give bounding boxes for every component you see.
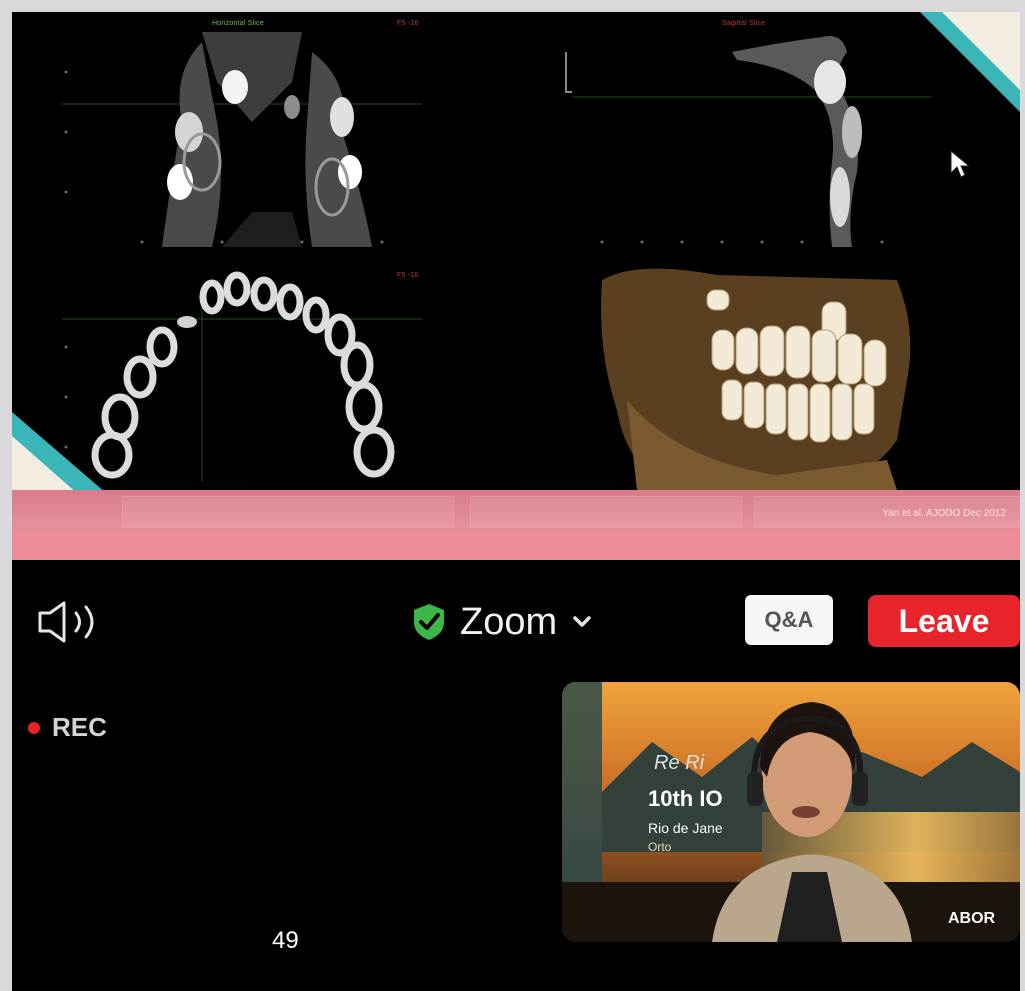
cbct-sagittal-view: Sagittal Slice <box>562 12 942 252</box>
footer-band <box>12 530 1020 560</box>
speaker-video-tile[interactable]: Re Ri 10th IO Rio de Jane Orto ABOR <box>562 682 1020 942</box>
footer-block <box>122 496 454 528</box>
shared-slide: Horizontal Slice F5 -16 Sagittal Slice F… <box>12 12 1020 560</box>
shield-check-icon <box>414 604 444 640</box>
page-number: 49 <box>272 927 299 954</box>
slide-corner-accent-top-right <box>920 12 1020 112</box>
meeting-title[interactable]: Zoom <box>412 597 593 647</box>
record-dot-icon <box>28 721 40 734</box>
cbct-coronal-view: Horizontal Slice F5 -16 <box>52 12 432 252</box>
speaker-icon[interactable] <box>36 597 106 647</box>
cbct-3d-reconstruction <box>597 260 927 490</box>
zoom-window: Horizontal Slice F5 -16 Sagittal Slice F… <box>12 12 1020 991</box>
banner-location-text: Rio de Jane <box>648 820 723 836</box>
banner-edition-text: 10th IO <box>648 786 723 811</box>
cursor-icon <box>950 149 971 178</box>
meeting-title-text: Zoom <box>460 600 558 643</box>
sagittal-view-label: Sagittal Slice <box>722 20 766 27</box>
banner-sub-text: Orto <box>648 840 672 854</box>
recording-indicator: REC <box>28 712 107 743</box>
banner-script-text: Re Ri <box>654 752 705 774</box>
leave-button[interactable]: Leave <box>868 595 1020 647</box>
qa-button[interactable]: Q&A <box>745 595 833 645</box>
arch-view-value: F5 -16 <box>397 272 419 279</box>
axial-view-label: Horizontal Slice <box>212 20 264 27</box>
axial-view-value: F5 -16 <box>397 20 419 27</box>
chevron-down-icon <box>573 616 591 627</box>
abor-logo: ABOR <box>948 910 996 927</box>
recording-label: REC <box>52 712 107 742</box>
slide-footer: Yan et al. AJODO Dec 2012 <box>12 490 1020 560</box>
slide-citation: Yan et al. AJODO Dec 2012 <box>882 508 1006 519</box>
footer-block <box>470 496 742 528</box>
